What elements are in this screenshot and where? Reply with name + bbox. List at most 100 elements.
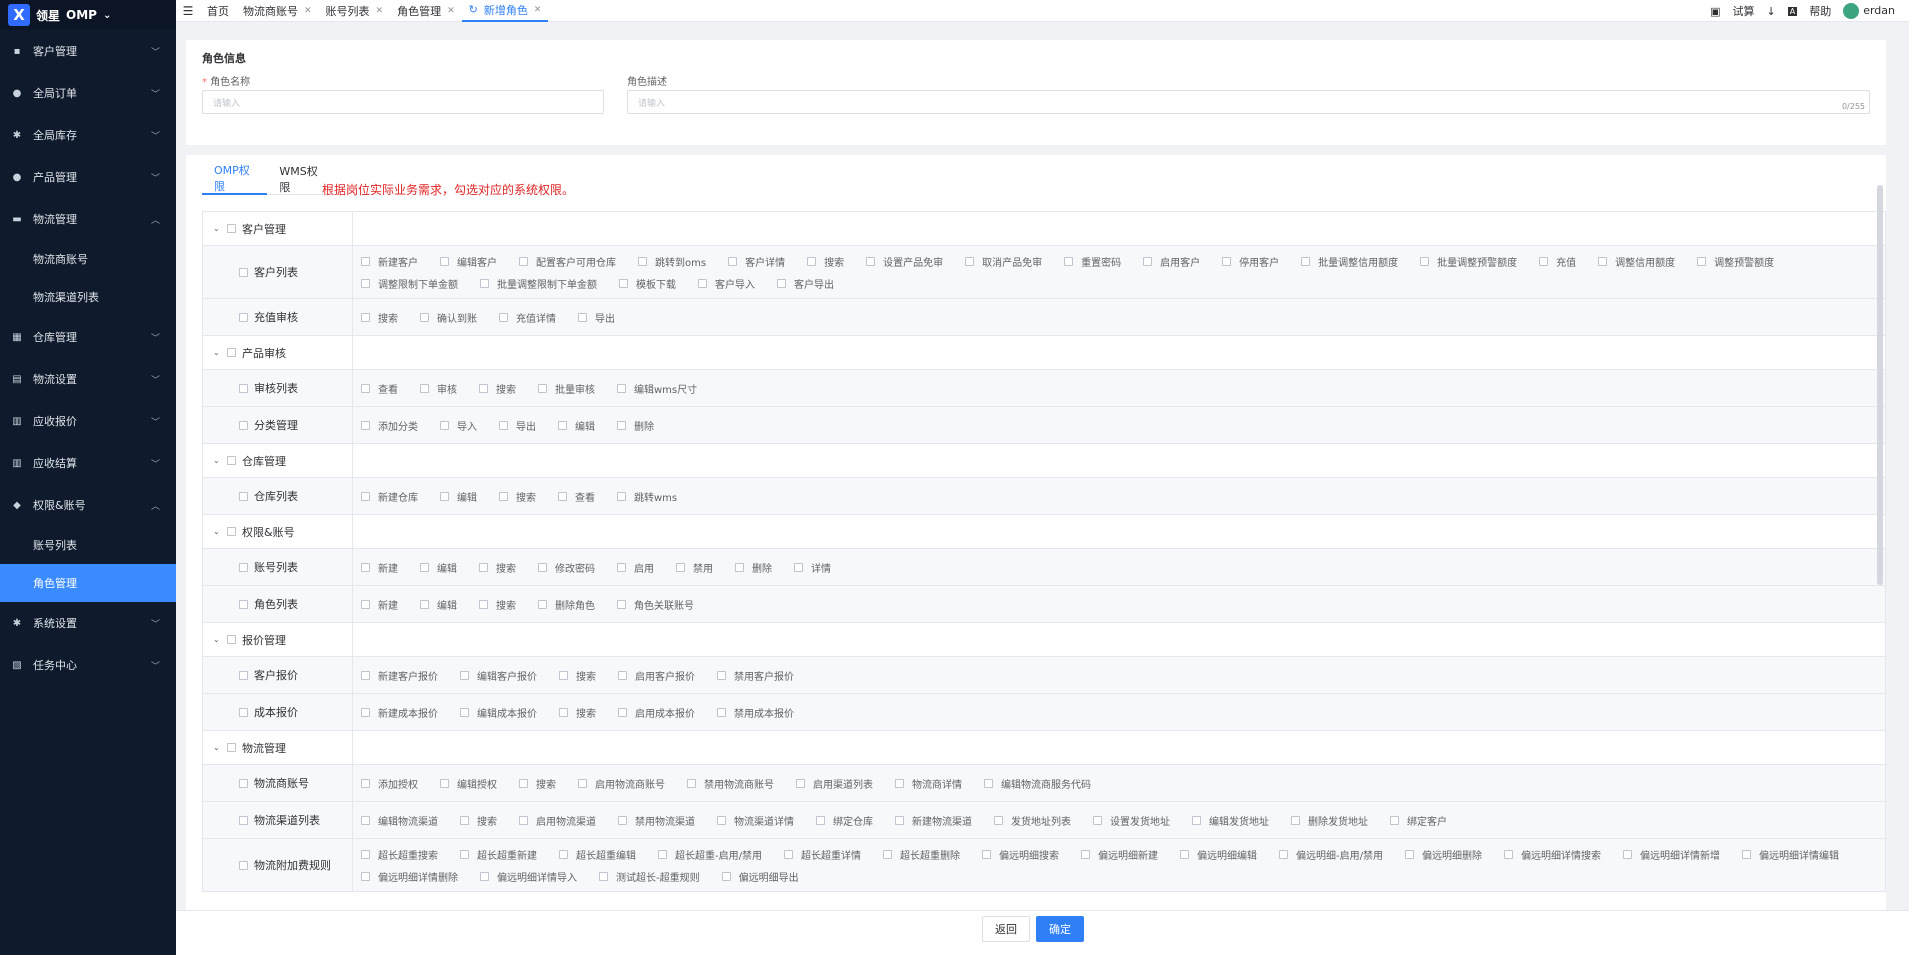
checkbox-box[interactable]: [618, 670, 627, 680]
sub-checkbox[interactable]: [239, 267, 248, 277]
permission-checkbox[interactable]: 搜索: [460, 811, 497, 829]
permission-checkbox[interactable]: 新建仓库: [361, 487, 418, 505]
permission-checkbox[interactable]: 搜索: [519, 774, 556, 792]
permission-checkbox[interactable]: 编辑: [440, 487, 477, 505]
sub-checkbox[interactable]: [239, 420, 248, 430]
checkbox-box[interactable]: [361, 420, 370, 430]
checkbox-box[interactable]: [479, 599, 488, 609]
checkbox-box[interactable]: [1093, 815, 1102, 825]
checkbox-box[interactable]: [558, 420, 567, 430]
checkbox-box[interactable]: [777, 278, 786, 288]
checkbox-box[interactable]: [984, 778, 993, 788]
checkbox-box[interactable]: [559, 849, 568, 859]
checkbox-box[interactable]: [1222, 256, 1232, 266]
permission-checkbox[interactable]: 批量调整预警额度: [1420, 252, 1517, 270]
tab-0[interactable]: 首页: [200, 0, 236, 22]
sidebar-item-10[interactable]: ✱ 系统设置 ﹀: [0, 602, 176, 644]
checkbox-box[interactable]: [965, 256, 975, 266]
chevron-down-icon[interactable]: ⌄: [213, 743, 221, 752]
sub-checkbox[interactable]: [239, 860, 248, 870]
permission-checkbox[interactable]: 偏远明细详情删除: [361, 867, 458, 885]
checkbox-box[interactable]: [538, 383, 547, 393]
permission-checkbox[interactable]: 配置客户可用仓库: [519, 252, 616, 270]
permission-checkbox[interactable]: 偏远明细删除: [1404, 845, 1482, 863]
permission-checkbox[interactable]: 启用客户: [1143, 252, 1200, 270]
checkbox-box[interactable]: [361, 599, 370, 609]
sub-checkbox[interactable]: [239, 562, 248, 572]
group-checkbox[interactable]: [227, 743, 236, 752]
checkbox-box[interactable]: [460, 849, 469, 859]
sidebar-subitem[interactable]: 物流商账号: [0, 240, 176, 278]
checkbox-box[interactable]: [420, 312, 429, 322]
checkbox-box[interactable]: [617, 599, 626, 609]
permission-checkbox[interactable]: 充值: [1539, 252, 1576, 270]
checkbox-box[interactable]: [617, 562, 626, 572]
checkbox-box[interactable]: [519, 778, 528, 788]
group-checkbox[interactable]: [227, 635, 236, 644]
permission-checkbox[interactable]: 编辑发货地址: [1192, 811, 1269, 829]
permission-checkbox[interactable]: 添加分类: [361, 416, 418, 434]
close-icon[interactable]: ✕: [304, 6, 312, 16]
checkbox-box[interactable]: [578, 312, 587, 322]
checkbox-box[interactable]: [687, 778, 696, 788]
close-icon[interactable]: ✕: [376, 6, 384, 16]
checkbox-box[interactable]: [717, 670, 726, 680]
checkbox-box[interactable]: [721, 871, 731, 881]
permission-checkbox[interactable]: 客户详情: [728, 252, 785, 270]
checkbox-box[interactable]: [1301, 256, 1311, 266]
permission-checkbox[interactable]: 编辑客户: [440, 252, 497, 270]
tab-4[interactable]: ↻ 新增角色 ✕: [461, 0, 549, 22]
permission-checkbox[interactable]: 修改密码: [538, 558, 595, 576]
checkbox-box[interactable]: [981, 849, 991, 859]
refresh-icon[interactable]: ↻: [469, 3, 478, 16]
permission-checkbox[interactable]: 超长超重-启用/禁用: [658, 845, 762, 863]
checkbox-box[interactable]: [1179, 849, 1189, 859]
permission-checkbox[interactable]: 禁用客户报价: [717, 666, 794, 684]
checkbox-box[interactable]: [480, 871, 489, 881]
permission-checkbox[interactable]: 偏远明细编辑: [1179, 845, 1257, 863]
permission-checkbox[interactable]: 偏远明细详情搜索: [1503, 845, 1601, 863]
permission-checkbox[interactable]: 超长超重编辑: [559, 845, 636, 863]
checkbox-box[interactable]: [479, 383, 488, 393]
checkbox-box[interactable]: [1291, 815, 1300, 825]
group-checkbox[interactable]: [227, 456, 236, 465]
tab-2[interactable]: 账号列表 ✕: [319, 0, 391, 22]
user-menu[interactable]: erdan: [1843, 3, 1895, 19]
permission-checkbox[interactable]: 跳转到oms: [638, 252, 706, 270]
checkbox-box[interactable]: [420, 599, 429, 609]
chevron-down-icon[interactable]: ⌄: [213, 456, 221, 465]
permission-checkbox[interactable]: 搜索: [479, 379, 516, 397]
checkbox-box[interactable]: [618, 707, 627, 717]
checkbox-box[interactable]: [717, 707, 726, 717]
checkbox-box[interactable]: [816, 815, 825, 825]
permission-checkbox[interactable]: 批量调整信用额度: [1301, 252, 1398, 270]
permission-checkbox[interactable]: 启用: [617, 558, 654, 576]
permission-checkbox[interactable]: 编辑客户报价: [460, 666, 537, 684]
checkbox-box[interactable]: [538, 562, 547, 572]
checkbox-box[interactable]: [1741, 849, 1751, 859]
checkbox-box[interactable]: [440, 420, 449, 430]
checkbox-box[interactable]: [1192, 815, 1201, 825]
permission-checkbox[interactable]: 设置产品免审: [866, 252, 943, 270]
logo-bar[interactable]: X 领星 OMP ⌄: [0, 0, 176, 30]
checkbox-box[interactable]: [599, 871, 608, 881]
checkbox-box[interactable]: [728, 256, 738, 266]
permission-checkbox[interactable]: 超长超重删除: [882, 845, 960, 863]
chevron-down-icon[interactable]: ⌄: [103, 10, 111, 21]
permission-checkbox[interactable]: 禁用物流商账号: [687, 774, 774, 792]
sidebar-item-5[interactable]: ▦ 仓库管理 ﹀: [0, 316, 176, 358]
permission-checkbox[interactable]: 编辑物流商服务代码: [984, 774, 1091, 792]
permission-checkbox[interactable]: 充值详情: [499, 308, 556, 326]
checkbox-box[interactable]: [1143, 256, 1153, 266]
checkbox-box[interactable]: [807, 256, 817, 266]
permission-checkbox[interactable]: 禁用成本报价: [717, 703, 794, 721]
chevron-down-icon[interactable]: ⌄: [213, 527, 221, 536]
checkbox-box[interactable]: [361, 670, 370, 680]
checkbox-box[interactable]: [480, 278, 489, 288]
permission-checkbox[interactable]: 编辑: [420, 558, 457, 576]
checkbox-box[interactable]: [794, 562, 803, 572]
group-checkbox[interactable]: [227, 527, 236, 536]
permission-checkbox[interactable]: 启用渠道列表: [796, 774, 873, 792]
checkbox-box[interactable]: [1503, 849, 1513, 859]
permission-checkbox[interactable]: 偏远明细详情编辑: [1741, 845, 1839, 863]
